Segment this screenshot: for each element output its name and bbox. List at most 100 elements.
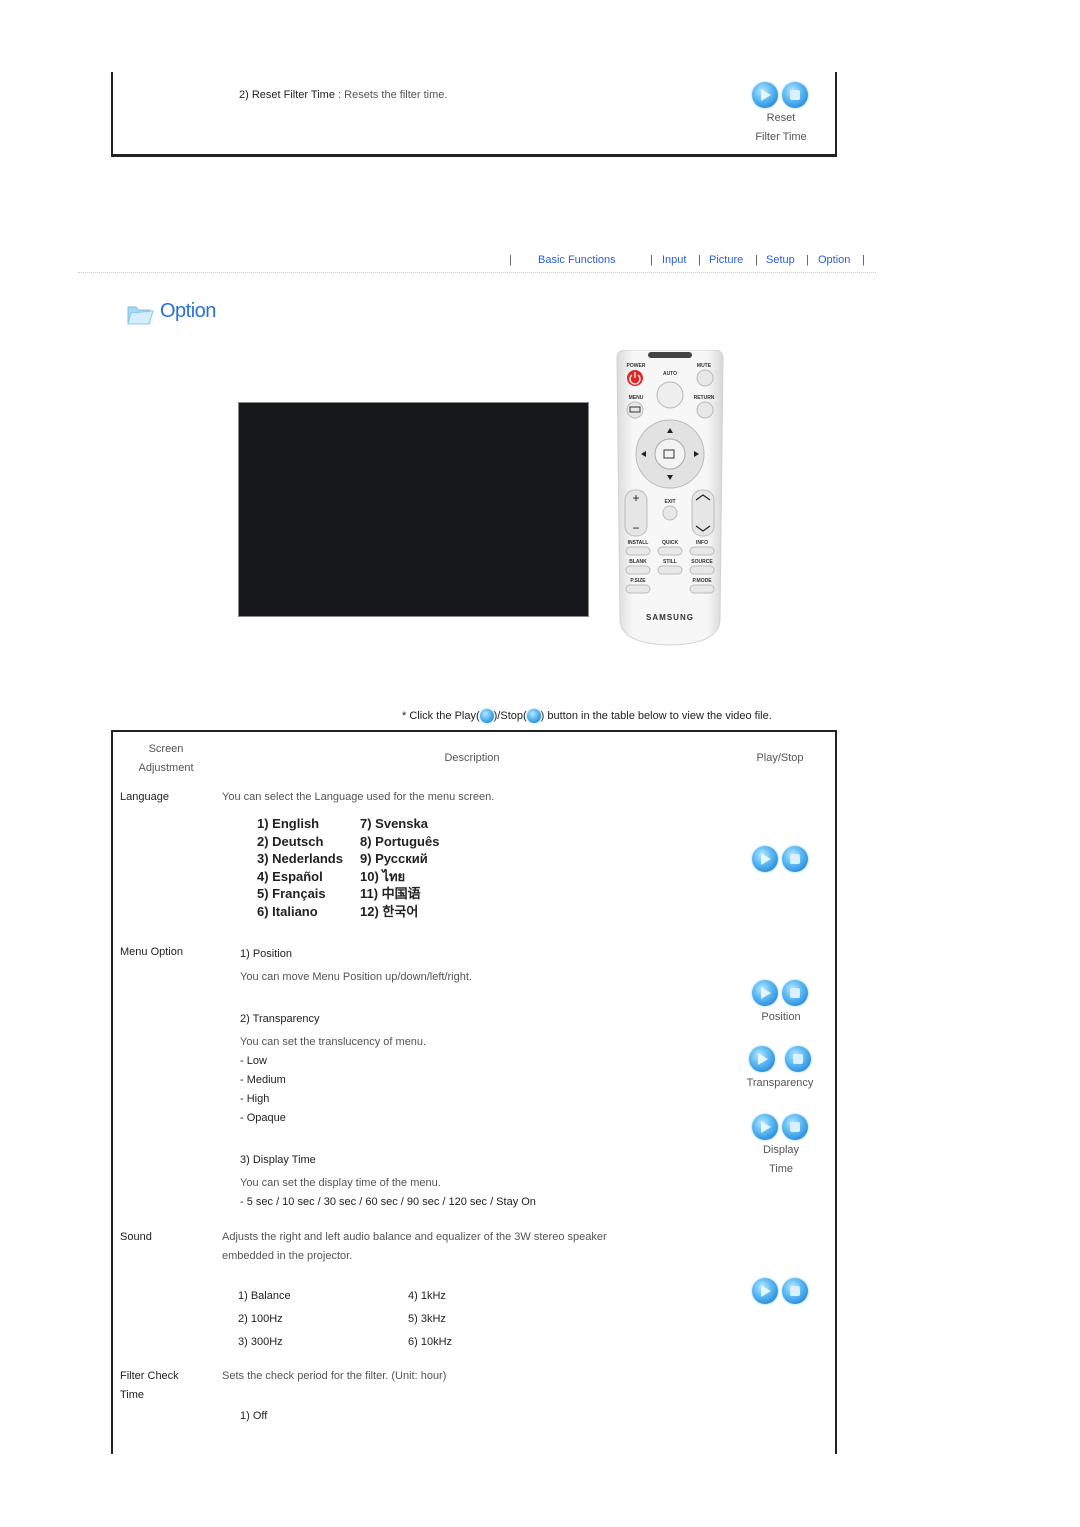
instruction-suffix: ) button in the table below to view the … (540, 709, 772, 722)
folder-icon (127, 306, 154, 325)
language-option: 12) 한국어 (360, 903, 419, 919)
play-button[interactable] (752, 846, 778, 872)
row-label-menu-option: Menu Option (120, 946, 183, 958)
nav-link-label[interactable]: Option (818, 254, 850, 266)
play-icon (761, 89, 771, 101)
mute-button (696, 369, 714, 387)
sound-option: 1) Balance (238, 1290, 291, 1302)
label-quick: QUICK (662, 540, 679, 546)
auto-button (656, 381, 684, 409)
language-option: 4) Español (257, 868, 323, 884)
nav-sep-1: | (650, 254, 653, 266)
language-desc: You can select the Language used for the… (222, 791, 495, 803)
nav-sep-2: | (698, 254, 701, 266)
language-playstop (752, 846, 808, 872)
page-title: Option (160, 300, 216, 322)
label-psize: P.SIZE (630, 578, 646, 584)
option-table (111, 730, 837, 1454)
nav-link-label[interactable]: Setup (766, 254, 795, 266)
stop-button[interactable] (782, 846, 808, 872)
header-screen-adjustment-l2: Adjustment (138, 762, 194, 774)
sound-playstop (752, 1278, 808, 1304)
label-blank: BLANK (629, 559, 647, 565)
stop-button[interactable] (782, 1278, 808, 1304)
stop-button[interactable] (782, 980, 808, 1006)
remote-brand: SAMSUNG (646, 613, 694, 622)
stop-icon (526, 709, 541, 723)
row-label-filter-check-l1: Filter Check (120, 1370, 179, 1382)
language-option: 3) Nederlands (257, 851, 343, 866)
nav-link-label[interactable]: Picture (709, 254, 743, 266)
label-source: SOURCE (691, 559, 713, 565)
menu-button (626, 401, 644, 419)
header-play-stop: Play/Stop (756, 752, 804, 764)
label-menu: MENU (629, 395, 644, 401)
caption-position: Position (761, 1011, 801, 1023)
position-playstop (752, 980, 808, 1006)
row-label-filter-check-l2: Time (120, 1389, 145, 1401)
header-screen-adjustment-l1: Screen (148, 743, 184, 755)
row-label-sound: Sound (120, 1231, 152, 1243)
label-return: RETURN (694, 395, 715, 401)
transparency-option: - Medium (240, 1074, 286, 1086)
play-icon (761, 1285, 771, 1297)
video-player[interactable] (238, 402, 589, 617)
language-options-left: 1) English 2) Deutsch 3) Nederlands 4) E… (257, 815, 343, 920)
sound-option: 3) 300Hz (238, 1336, 283, 1348)
stop-icon (790, 854, 800, 864)
nav-setup[interactable]: Setup (766, 254, 795, 266)
language-options-right: 7) Svenska 8) Português 9) Русский 10) ไ… (360, 815, 439, 920)
play-button[interactable] (749, 1046, 775, 1072)
stop-button[interactable] (782, 82, 808, 108)
label-install: INSTALL (628, 540, 649, 546)
play-icon (758, 1053, 768, 1065)
label-mute: MUTE (697, 363, 712, 369)
transparency-title: 2) Transparency (240, 1013, 320, 1025)
svg-text:+: + (632, 491, 639, 505)
filter-check-option: 1) Off (240, 1410, 268, 1422)
play-button[interactable] (752, 82, 778, 108)
transparency-option: - Low (240, 1055, 267, 1067)
nav-sep-0: | (509, 254, 512, 266)
label-auto: AUTO (663, 371, 677, 377)
caption-display-l2: Time (768, 1163, 794, 1175)
nav-divider (78, 272, 876, 273)
label-pmode: P.MODE (692, 578, 712, 584)
play-button[interactable] (752, 1114, 778, 1140)
sound-desc-l1: Adjusts the right and left audio balance… (222, 1231, 607, 1243)
nav-sep-3: | (755, 254, 758, 266)
exit-button (662, 505, 678, 521)
sound-option: 4) 1kHz (408, 1290, 446, 1302)
nav-link-label[interactable]: Input (662, 254, 686, 266)
play-icon (479, 709, 494, 723)
nav-link-label[interactable]: Basic Functions (538, 254, 616, 266)
svg-text:−: − (632, 521, 639, 535)
reset-filter-time-title: 2) Reset Filter Time (239, 89, 335, 101)
label-power: POWER (627, 363, 646, 369)
stop-button[interactable] (782, 1114, 808, 1140)
enter-button (654, 438, 686, 470)
nav-option[interactable]: Option (818, 254, 850, 266)
nav-picture[interactable]: Picture (709, 254, 743, 266)
stop-icon (793, 1054, 803, 1064)
play-icon (761, 853, 771, 865)
instruction-middle: )/Stop( (493, 709, 527, 722)
reset-caption-line1: Reset (766, 112, 796, 124)
reset-filter-time-panel (111, 72, 837, 157)
play-icon (761, 987, 771, 999)
caption-display-l1: Display (762, 1144, 800, 1156)
nav-basic-functions[interactable]: Basic Functions (538, 254, 616, 266)
language-option: 8) Português (360, 833, 440, 849)
nav-sep-4: | (806, 254, 809, 266)
position-title: 1) Position (240, 948, 292, 960)
language-option: 7) Svenska (360, 816, 428, 831)
reset-filter-time-desc: Resets the filter time. (344, 89, 448, 101)
vol-rocker (691, 489, 715, 537)
play-button[interactable] (752, 980, 778, 1006)
display-time-title: 3) Display Time (240, 1154, 316, 1166)
play-button[interactable] (752, 1278, 778, 1304)
stop-button[interactable] (785, 1046, 811, 1072)
reset-filter-time-playstop (752, 82, 808, 108)
reset-caption-line2: Filter Time (755, 131, 807, 143)
nav-input[interactable]: Input (662, 254, 686, 266)
